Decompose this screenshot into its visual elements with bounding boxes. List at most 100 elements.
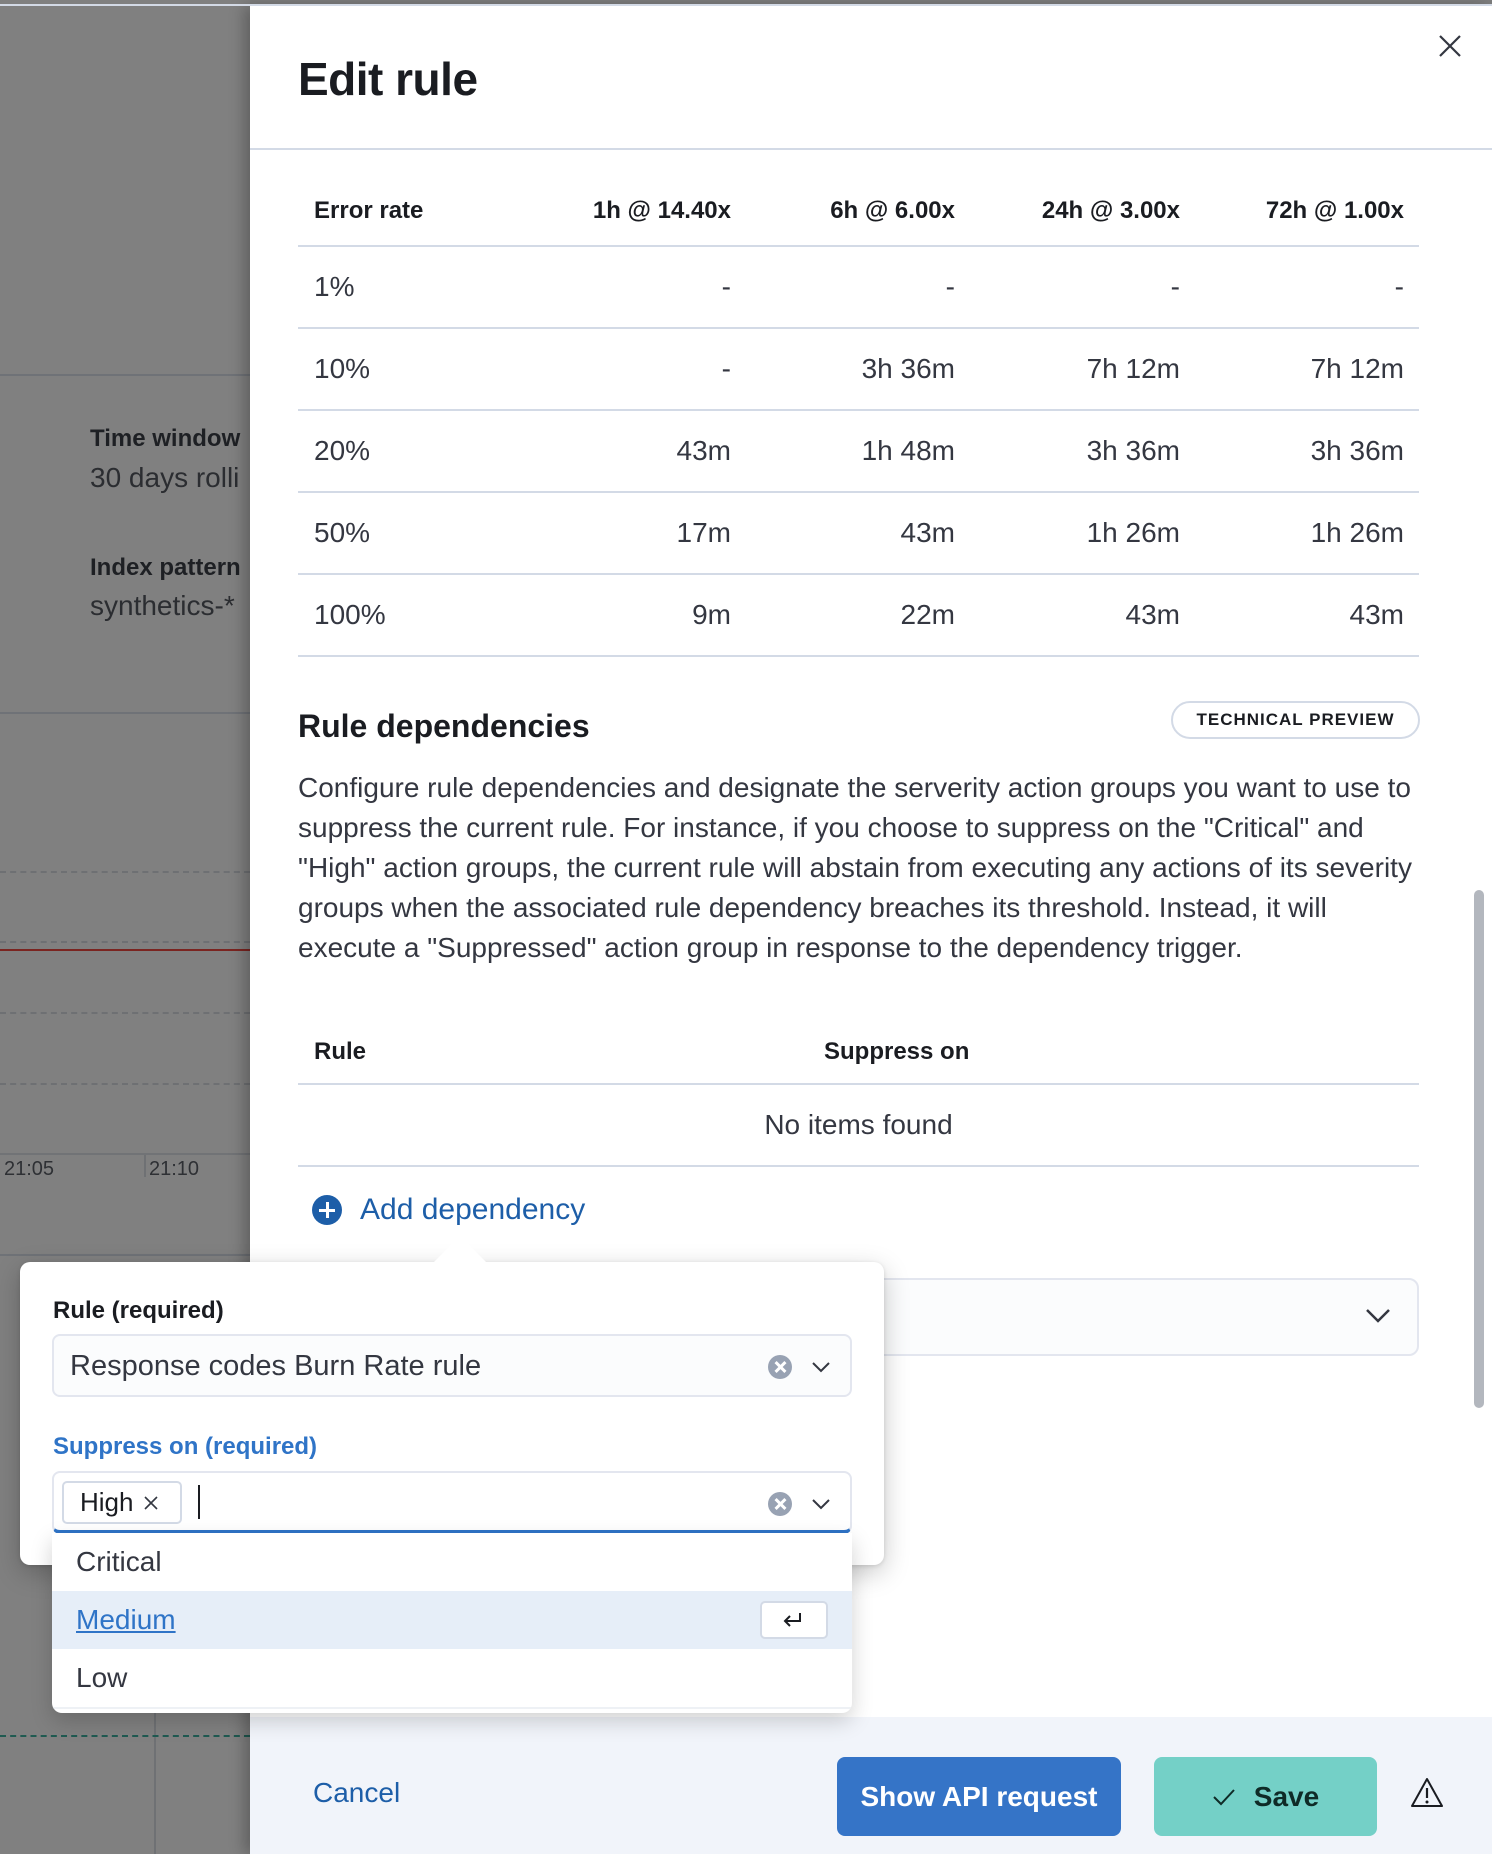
- table-cell: -: [945, 271, 955, 302]
- plus-circle-icon: [312, 1195, 342, 1225]
- option-label: Critical: [76, 1546, 162, 1577]
- chart-gridline: [0, 1012, 250, 1014]
- option-low[interactable]: Low: [52, 1649, 852, 1707]
- cancel-button[interactable]: Cancel: [313, 1777, 400, 1809]
- action-group-select[interactable]: [870, 1278, 1419, 1356]
- text-cursor: [198, 1485, 200, 1519]
- scrollbar[interactable]: [1474, 890, 1484, 1408]
- column-header: 6h @ 6.00x: [830, 196, 955, 224]
- table-cell: 3h 36m: [861, 353, 955, 384]
- flyout-title: Edit rule: [298, 53, 478, 105]
- table-cell: 1h 26m: [1086, 517, 1180, 548]
- table-cell: 7h 12m: [1310, 353, 1404, 384]
- time-window-label: Time window: [90, 425, 241, 452]
- index-pattern-value: synthetics-*: [90, 590, 235, 621]
- chart-gridline: [0, 1083, 250, 1085]
- popover-arrow: [434, 1236, 486, 1262]
- table-row: 50% 17m 43m 1h 26m 1h 26m: [298, 493, 1419, 575]
- table-cell: -: [721, 271, 731, 302]
- table-cell: 43m: [900, 517, 955, 548]
- chart-tick-label: 21:05: [4, 1158, 55, 1180]
- column-header: 24h @ 3.00x: [1041, 196, 1180, 224]
- chevron-down-icon: [1366, 1309, 1390, 1323]
- bg-divider: [0, 712, 250, 714]
- rule-field-label: Rule (required): [53, 1297, 224, 1324]
- return-icon: [783, 1613, 801, 1627]
- table-header-row: Rule Suppress on: [298, 1016, 1419, 1085]
- chevron-down-icon[interactable]: [810, 1493, 832, 1515]
- pill-label: High: [80, 1487, 134, 1517]
- option-medium[interactable]: Medium: [52, 1591, 852, 1649]
- flyout-footer: Cancel Show API request Save: [250, 1717, 1492, 1854]
- table-cell: 3h 36m: [1310, 435, 1404, 466]
- table-row: 20% 43m 1h 48m 3h 36m 3h 36m: [298, 411, 1419, 493]
- clear-icon[interactable]: [768, 1492, 792, 1516]
- table-cell: 7h 12m: [1086, 353, 1180, 384]
- option-critical[interactable]: Critical: [52, 1533, 852, 1591]
- close-icon: [1439, 35, 1461, 57]
- table-cell: 20%: [314, 435, 371, 466]
- option-label: Low: [76, 1662, 128, 1693]
- column-header: Error rate: [314, 196, 424, 224]
- table-cell: 43m: [676, 435, 731, 466]
- table-cell: -: [1170, 271, 1180, 302]
- empty-message: No items found: [298, 1085, 1419, 1167]
- chart-gridline: [0, 871, 250, 873]
- table-cell: 10%: [314, 353, 371, 384]
- chart-tick: [144, 1155, 146, 1177]
- close-button[interactable]: [1436, 32, 1464, 60]
- add-dependency-button[interactable]: Add dependency: [312, 1193, 585, 1227]
- table-cell: 1%: [314, 271, 355, 302]
- chart-gridline: [0, 941, 250, 943]
- table-cell: 43m: [1125, 599, 1180, 630]
- table-cell: 3h 36m: [1086, 435, 1180, 466]
- table-cell: 50%: [314, 517, 371, 548]
- table-row: 10% - 3h 36m 7h 12m 7h 12m: [298, 329, 1419, 411]
- remove-pill-icon[interactable]: [143, 1495, 159, 1511]
- enter-key-badge: [760, 1601, 828, 1639]
- option-label: Medium: [76, 1604, 176, 1635]
- chevron-down-icon[interactable]: [810, 1356, 832, 1378]
- top-border: [0, 4, 1492, 6]
- rule-dependencies-title: Rule dependencies: [298, 708, 590, 744]
- flyout-header: Edit rule: [250, 6, 1492, 150]
- table-cell: 17m: [676, 517, 731, 548]
- dependencies-table: Rule Suppress on No items found: [298, 1016, 1419, 1167]
- show-api-request-button[interactable]: Show API request: [837, 1757, 1121, 1836]
- rule-dependencies-description: Configure rule dependencies and designat…: [298, 772, 1412, 963]
- table-cell: -: [721, 353, 731, 384]
- suppress-on-combobox[interactable]: High: [52, 1471, 852, 1534]
- table-cell: 1h 48m: [861, 435, 955, 466]
- chart-x-axis: [0, 1153, 250, 1155]
- clear-icon[interactable]: [768, 1355, 792, 1379]
- rule-combobox-value: Response codes Burn Rate rule: [70, 1350, 482, 1382]
- technical-preview-badge: TECHNICAL PREVIEW: [1171, 701, 1420, 739]
- column-header: 1h @ 14.40x: [592, 196, 731, 224]
- bg-divider: [0, 374, 250, 376]
- table-cell: -: [1394, 271, 1404, 302]
- add-dependency-label: Add dependency: [360, 1193, 586, 1226]
- table-cell: 100%: [314, 599, 386, 630]
- index-pattern-label: Index pattern: [90, 554, 241, 581]
- chart-target-line: [0, 1735, 250, 1737]
- check-icon: [1213, 1788, 1235, 1805]
- suppress-on-field-label: Suppress on (required): [53, 1433, 318, 1460]
- table-cell: 22m: [900, 599, 955, 630]
- list-divider: [52, 1707, 852, 1713]
- warning-icon: [1411, 1778, 1443, 1807]
- bg-divider: [0, 1254, 250, 1256]
- table-cell: 1h 26m: [1310, 517, 1404, 548]
- time-window-value: 30 days rolli: [90, 462, 240, 493]
- rule-combobox[interactable]: Response codes Burn Rate rule: [52, 1334, 852, 1397]
- selected-pill: High: [62, 1481, 182, 1524]
- table-header-row: Error rate 1h @ 14.40x 6h @ 6.00x 24h @ …: [298, 176, 1419, 247]
- add-dependency-popover: Rule (required) Response codes Burn Rate…: [20, 1236, 884, 1565]
- table-row: 100% 9m 22m 43m 43m: [298, 575, 1419, 657]
- table-cell: 43m: [1349, 599, 1404, 630]
- save-label: Save: [1253, 1780, 1320, 1812]
- show-api-request-label: Show API request: [860, 1780, 1098, 1812]
- column-header-suppress-on: Suppress on: [824, 1038, 970, 1065]
- save-button[interactable]: Save: [1154, 1757, 1377, 1836]
- column-header-rule: Rule: [314, 1038, 367, 1065]
- column-header: 72h @ 1.00x: [1265, 196, 1404, 224]
